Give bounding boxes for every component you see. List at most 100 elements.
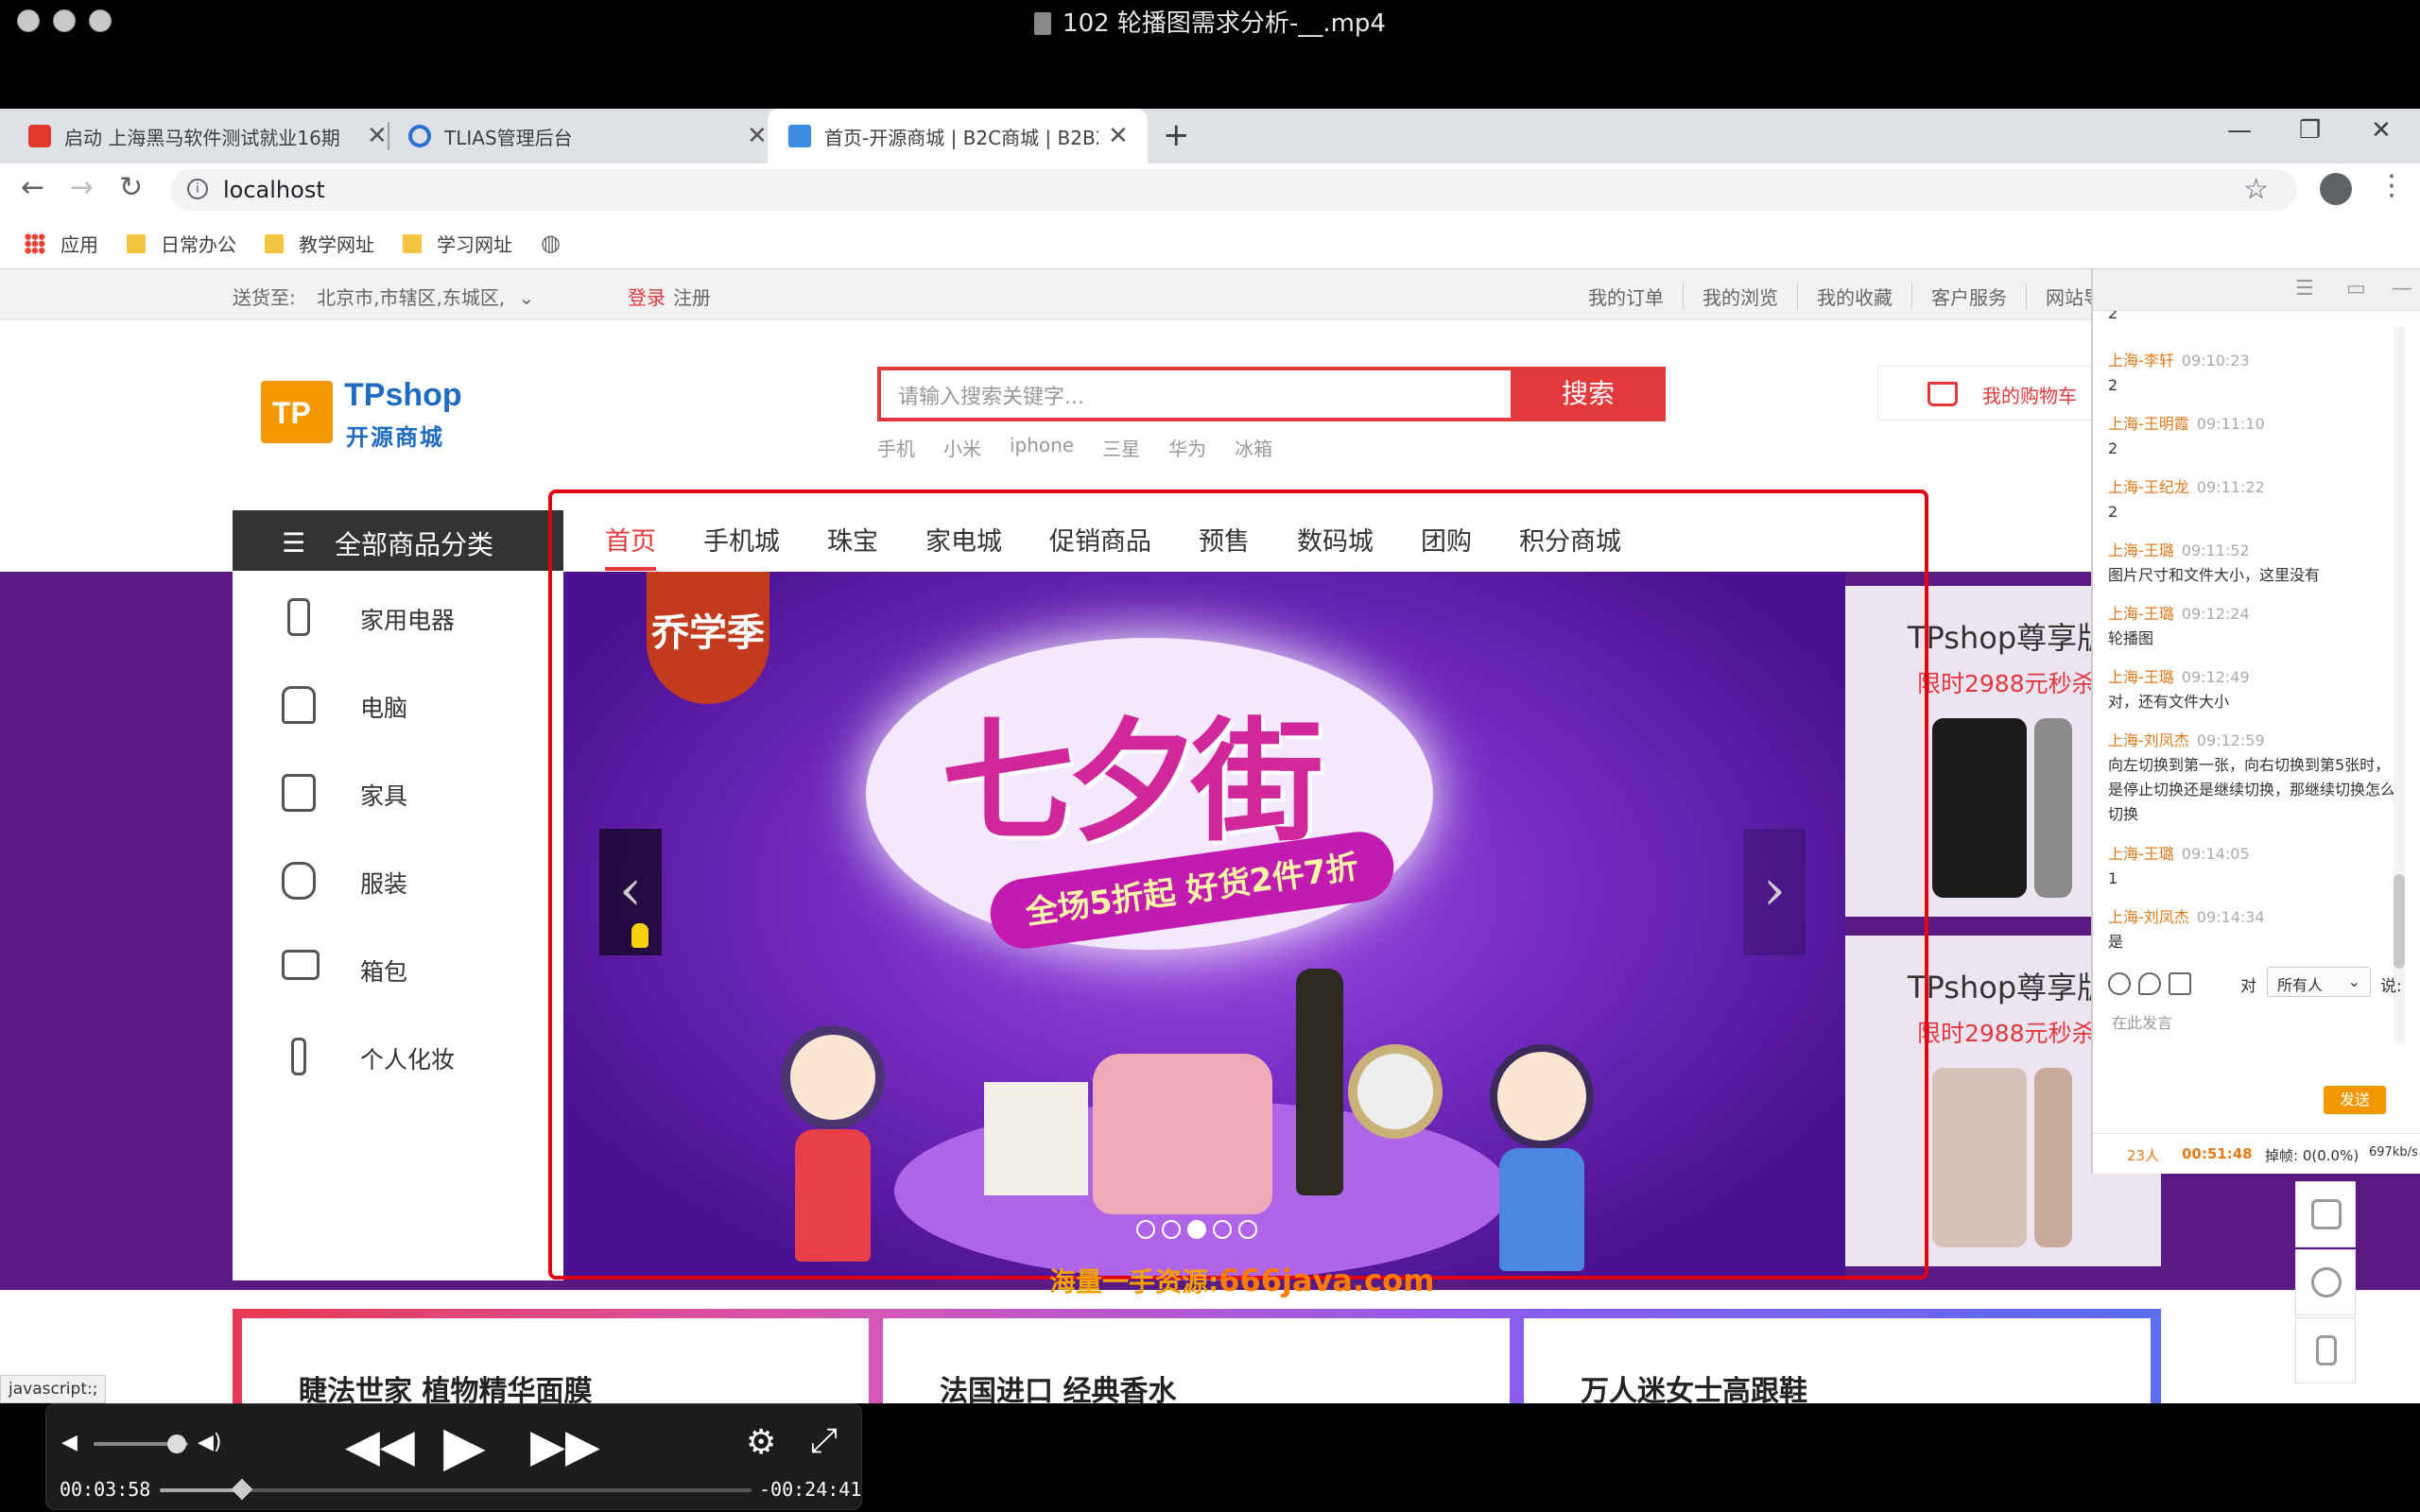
carousel-dot[interactable] bbox=[1213, 1220, 1232, 1239]
wechat-button[interactable] bbox=[2295, 1249, 2356, 1315]
address-bar[interactable]: i localhost ☆ bbox=[170, 169, 2297, 211]
category-furniture[interactable]: 家具 bbox=[233, 747, 563, 835]
carousel-dot[interactable] bbox=[1187, 1220, 1206, 1239]
hot-keyword[interactable]: 冰箱 bbox=[1235, 434, 1272, 461]
chat-message: 上海-刘凤杰 09:14:34 是 bbox=[2108, 908, 2265, 951]
register-link[interactable]: 注册 bbox=[673, 283, 711, 310]
monitor-icon bbox=[282, 950, 320, 980]
tab-tlias[interactable]: TLIAS管理后台 ✕ bbox=[389, 109, 768, 163]
image-icon[interactable] bbox=[2169, 972, 2191, 995]
chat-status-bar: 23人 00:51:48 掉帧: 0(0.0%) 697kb/s bbox=[2093, 1133, 2420, 1174]
speech-bubble-icon[interactable] bbox=[2138, 972, 2161, 995]
hot-keyword[interactable]: 三星 bbox=[1102, 434, 1140, 461]
chat-message: 上海-王明霞 09:11:10 2 bbox=[2108, 415, 2265, 457]
search-input[interactable]: 请输入搜索关键字... bbox=[898, 380, 1084, 410]
my-favorites-link[interactable]: 我的收藏 bbox=[1798, 283, 1912, 310]
login-link[interactable]: 登录 bbox=[628, 283, 666, 310]
scrollbar-thumb[interactable] bbox=[2394, 874, 2405, 969]
globe-icon[interactable]: ◍ bbox=[541, 230, 561, 256]
category-computers[interactable]: 电脑 bbox=[233, 660, 563, 747]
url-text[interactable]: localhost bbox=[223, 177, 325, 203]
send-button[interactable]: 发送 bbox=[2324, 1086, 2386, 1114]
chat-message: 上海-刘凤杰 09:12:59 向左切换到第一张，向右切换到第5张时，是停止切换还是… bbox=[2108, 731, 2396, 823]
hot-keyword[interactable]: 小米 bbox=[943, 434, 981, 461]
chat-input[interactable]: 在此发言 bbox=[2112, 1010, 2172, 1033]
feedback-button[interactable] bbox=[2295, 1181, 2356, 1247]
watermark: 海量一手资源:666java.com bbox=[1049, 1263, 1435, 1298]
carousel-dot[interactable] bbox=[1162, 1220, 1181, 1239]
hot-keyword[interactable]: iphone bbox=[1010, 434, 1074, 461]
tab-tpshop[interactable]: 首页-开源商城 | B2C商城 | B2B2 ✕ bbox=[768, 109, 1148, 163]
chat-scrollbar[interactable] bbox=[2394, 326, 2405, 1044]
progress-fill bbox=[160, 1488, 242, 1492]
bookmark-learning-sites[interactable]: 学习网址 bbox=[403, 230, 512, 257]
close-icon[interactable]: ✕ bbox=[2371, 116, 2392, 145]
cart-icon bbox=[1927, 382, 1958, 406]
sofa-icon bbox=[282, 862, 316, 900]
volume-high-icon[interactable]: ◀) bbox=[198, 1431, 222, 1454]
close-tab-icon[interactable]: ✕ bbox=[1108, 122, 1129, 150]
cart-button[interactable]: 我的购物车 bbox=[1877, 363, 2118, 421]
my-orders-link[interactable]: 我的订单 bbox=[1569, 283, 1684, 310]
hot-keyword[interactable]: 华为 bbox=[1168, 434, 1206, 461]
hot-keyword[interactable]: 手机 bbox=[877, 434, 915, 461]
profile-avatar-icon[interactable] bbox=[2320, 173, 2352, 205]
bookmark-apps[interactable]: 应用 bbox=[25, 230, 98, 257]
category-bags[interactable]: 箱包 bbox=[233, 923, 563, 1011]
all-categories-button[interactable]: ☰ 全部商品分类 bbox=[233, 510, 563, 571]
floor-card[interactable]: 法国进口 经典香水 bbox=[883, 1318, 1510, 1403]
floor-card[interactable]: 睫法世家 植物精华面膜 bbox=[242, 1318, 869, 1403]
folder-icon bbox=[403, 233, 422, 253]
progress-bar[interactable] bbox=[160, 1478, 752, 1501]
mobile-button[interactable] bbox=[2295, 1317, 2356, 1383]
list-icon: ☰ bbox=[282, 527, 306, 558]
restore-icon[interactable]: ❐ bbox=[2299, 116, 2321, 145]
washing-machine-icon bbox=[282, 774, 316, 812]
volume-low-icon[interactable]: ◀ bbox=[61, 1431, 78, 1454]
wechat-icon bbox=[2311, 1267, 2342, 1297]
shopping-bag-logo-icon: TP bbox=[261, 381, 333, 443]
bookmark-teaching-sites[interactable]: 教学网址 bbox=[265, 230, 374, 257]
window-title: 102 轮播图需求分析-__.mp4 bbox=[0, 4, 2420, 39]
popout-icon[interactable]: ▭ bbox=[2346, 277, 2366, 301]
bookmark-star-icon[interactable]: ☆ bbox=[2243, 173, 2269, 206]
tab-training[interactable]: 启动 上海黑马软件测试就业16期 ✕ bbox=[0, 109, 388, 163]
volume-knob[interactable] bbox=[167, 1435, 186, 1453]
fast-forward-icon[interactable]: ▶▶ bbox=[530, 1419, 600, 1472]
forward-icon[interactable]: → bbox=[70, 171, 94, 204]
floor-card[interactable]: 万人迷女士高跟鞋 bbox=[1524, 1318, 2151, 1403]
my-history-link[interactable]: 我的浏览 bbox=[1684, 283, 1798, 310]
emoji-icon[interactable] bbox=[2108, 972, 2131, 995]
minimize-icon[interactable]: — bbox=[2392, 277, 2412, 301]
list-icon[interactable]: ☰ bbox=[2295, 277, 2314, 301]
close-tab-icon[interactable]: ✕ bbox=[367, 122, 388, 150]
minimize-icon[interactable]: — bbox=[2227, 116, 2252, 145]
site-logo[interactable]: TP TPshop 开源商城 bbox=[261, 373, 462, 451]
shirt-icon bbox=[282, 686, 316, 724]
tlias-favicon-icon bbox=[408, 125, 431, 147]
recipient-select[interactable]: 所有人 ⌄ bbox=[2267, 967, 2371, 997]
reload-icon[interactable]: ↻ bbox=[119, 171, 143, 204]
customer-service-link[interactable]: 客户服务 bbox=[1912, 283, 2027, 310]
fullscreen-icon[interactable]: ⤢ bbox=[810, 1421, 838, 1461]
web-page: 送货至: 北京市,市辖区,东城区, ⌄ 登录 注册 我的订单 我的浏览 我的收藏… bbox=[0, 269, 2420, 1403]
new-tab-button[interactable]: + bbox=[1163, 116, 1190, 154]
search-button[interactable]: 搜索 bbox=[1511, 367, 1666, 421]
carousel-dot[interactable] bbox=[1136, 1220, 1155, 1239]
delivery-location[interactable]: 送货至: 北京市,市辖区,东城区, ⌄ bbox=[233, 283, 534, 310]
rewind-icon[interactable]: ◀◀ bbox=[345, 1419, 415, 1472]
carousel-dot[interactable] bbox=[1238, 1220, 1257, 1239]
category-cosmetics[interactable]: 个人化妆 bbox=[233, 1011, 563, 1099]
gear-icon[interactable]: ⚙ bbox=[746, 1423, 776, 1462]
bookmark-daily-office[interactable]: 日常办公 bbox=[127, 230, 236, 257]
category-appliances[interactable]: 家用电器 bbox=[233, 572, 563, 660]
chat-message: 上海-王璐 09:12:49 对，还有文件大小 bbox=[2108, 668, 2250, 711]
info-icon[interactable]: i bbox=[187, 179, 208, 199]
more-menu-icon[interactable]: ⋮ bbox=[2377, 169, 2406, 202]
progress-knob[interactable] bbox=[231, 1478, 253, 1501]
back-icon[interactable]: ← bbox=[21, 171, 44, 204]
play-icon[interactable]: ▶ bbox=[443, 1414, 486, 1478]
close-tab-icon[interactable]: ✕ bbox=[747, 122, 768, 150]
chat-message: 上海-王纪龙 09:11:22 2 bbox=[2108, 478, 2265, 521]
category-clothing[interactable]: 服装 bbox=[233, 835, 563, 923]
